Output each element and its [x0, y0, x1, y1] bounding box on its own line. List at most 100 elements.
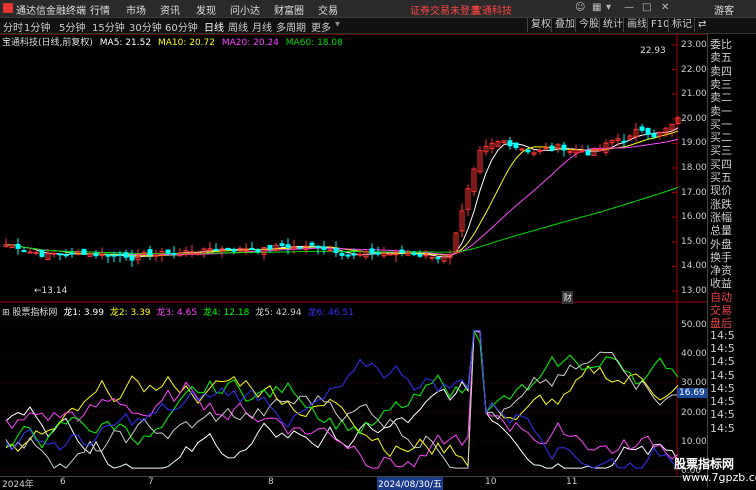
- date-axis: 2024年 6 7 8 2024/08/30/五 10 11: [0, 476, 707, 490]
- ind-line3-label: 龙3: 4.65: [156, 308, 198, 318]
- more-dropdown-icon[interactable]: ▾: [335, 19, 340, 30]
- candle-body: [39, 250, 45, 257]
- period-toolbar: 分时 1分钟 5分钟 15分钟 30分钟 60分钟 日线 周线 月线 多周期 更…: [0, 18, 756, 34]
- candle-body: [255, 249, 261, 253]
- indicator-tick: 20.00: [681, 407, 707, 418]
- candle-body: [543, 147, 549, 150]
- candle-body: [513, 142, 519, 149]
- dropdown-icon[interactable]: ▾: [606, 2, 611, 13]
- menu-ask-xiaoda[interactable]: 问小达: [230, 2, 260, 17]
- candle-body: [549, 145, 555, 151]
- close-icon[interactable]: ✕: [661, 2, 669, 13]
- stock-link[interactable]: 宝通科技: [472, 2, 512, 17]
- indicator-name[interactable]: 股票指标网: [12, 308, 57, 318]
- candle-body: [357, 253, 363, 256]
- period-30min[interactable]: 30分钟: [129, 19, 162, 34]
- kline-chart[interactable]: [0, 34, 707, 476]
- price-tick: 19.00: [681, 138, 707, 149]
- watermark-url: www.7gpzb.com: [682, 471, 756, 484]
- period-monthly[interactable]: 月线: [252, 19, 272, 34]
- date-label-6: 6: [60, 477, 66, 487]
- price-tick: 17.00: [681, 187, 707, 198]
- candle-body: [597, 148, 603, 151]
- indicator-tick: 30.00: [681, 378, 707, 389]
- price-tick: 13.00: [681, 286, 707, 296]
- btn-mark[interactable]: 标记: [668, 18, 695, 32]
- low-price-value: 13.14: [41, 286, 68, 296]
- price-tick: 21.00: [681, 89, 707, 100]
- price-tick: 15.00: [681, 236, 707, 247]
- maximize-icon[interactable]: □: [642, 2, 651, 13]
- ma5-line: [5, 127, 679, 258]
- candle-body: [417, 253, 423, 257]
- candle-body: [537, 149, 543, 152]
- btn-swap[interactable]: ⇄: [694, 18, 709, 32]
- candle-body: [411, 252, 417, 255]
- btn-draw[interactable]: 画线: [623, 18, 650, 32]
- period-multi[interactable]: 多周期: [276, 19, 306, 34]
- minimize-icon[interactable]: —: [624, 2, 634, 13]
- candle-body: [639, 126, 645, 131]
- side-panel-item: 14:5: [710, 341, 735, 355]
- candle-body: [285, 244, 291, 248]
- menu-wealth-circle[interactable]: 财富圈: [274, 2, 304, 17]
- candle-body: [507, 140, 513, 147]
- date-label-8: 8: [268, 477, 274, 487]
- trade-login-warning[interactable]: 证券交易未登录: [410, 2, 480, 17]
- indicator-tick: 10.00: [681, 436, 707, 447]
- price-tick: 18.00: [681, 163, 707, 173]
- candle-body: [651, 133, 657, 138]
- menu-market[interactable]: 市场: [126, 2, 146, 17]
- user-icon[interactable]: ☺: [575, 2, 585, 13]
- candle-body: [321, 246, 327, 250]
- btn-overlay[interactable]: 叠加: [551, 18, 578, 32]
- menu-discover[interactable]: 发现: [196, 2, 216, 17]
- candle-body: [153, 254, 159, 257]
- candle-body: [561, 144, 567, 151]
- menu-trade[interactable]: 交易: [318, 2, 338, 17]
- candle-body: [645, 128, 651, 135]
- date-label-10: 10: [485, 477, 497, 487]
- candle-body: [15, 243, 21, 249]
- candle-body: [399, 249, 405, 253]
- candle-body: [525, 149, 531, 153]
- candle-body: [309, 242, 315, 246]
- candle-body: [369, 248, 375, 254]
- btn-stats[interactable]: 统计: [599, 18, 626, 32]
- candle-body: [105, 254, 111, 257]
- period-more[interactable]: 更多: [311, 19, 331, 34]
- btn-adjust[interactable]: 复权: [527, 18, 554, 32]
- candle-body: [339, 252, 345, 256]
- ind-line2-label: 龙2: 3.39: [109, 308, 151, 318]
- price-tick: 23.00: [681, 40, 707, 50]
- menu-market-quotes[interactable]: 行情: [90, 2, 110, 17]
- app-logo-icon: [3, 3, 13, 13]
- candle-body: [351, 253, 357, 256]
- low-price-annotation: ←13.14: [34, 286, 68, 296]
- period-5min[interactable]: 5分钟: [59, 19, 85, 34]
- candle-body: [81, 248, 87, 255]
- indicator-menu-icon[interactable]: ⊞: [2, 308, 10, 318]
- finance-badge[interactable]: 财: [562, 291, 574, 304]
- period-timeshare[interactable]: 分时: [3, 19, 23, 34]
- date-label-2024: 2024年: [2, 480, 34, 490]
- app-name: 通达信金融终端: [16, 6, 86, 17]
- period-weekly[interactable]: 周线: [228, 19, 248, 34]
- guest-label[interactable]: 游客: [714, 2, 734, 17]
- candle-body: [267, 244, 273, 250]
- ind-line1-label: 龙1: 3.99: [63, 308, 104, 318]
- period-daily[interactable]: 日线: [204, 19, 224, 34]
- grid-icon[interactable]: ▦: [592, 2, 601, 13]
- price-tick: 22.00: [681, 64, 707, 75]
- candle-body: [69, 252, 75, 255]
- menu-news[interactable]: 资讯: [160, 2, 180, 17]
- ind-line6-label: 龙6: 46.51: [307, 308, 354, 318]
- period-15min[interactable]: 15分钟: [92, 19, 125, 34]
- candle-body: [333, 248, 339, 253]
- btn-today-stock[interactable]: 今股: [575, 18, 602, 32]
- high-price-annotation: 22.93: [640, 46, 666, 56]
- side-panel-item: 14:5: [710, 395, 735, 409]
- period-60min[interactable]: 60分钟: [165, 19, 198, 34]
- period-1min[interactable]: 1分钟: [24, 19, 50, 34]
- candle-body: [165, 249, 171, 254]
